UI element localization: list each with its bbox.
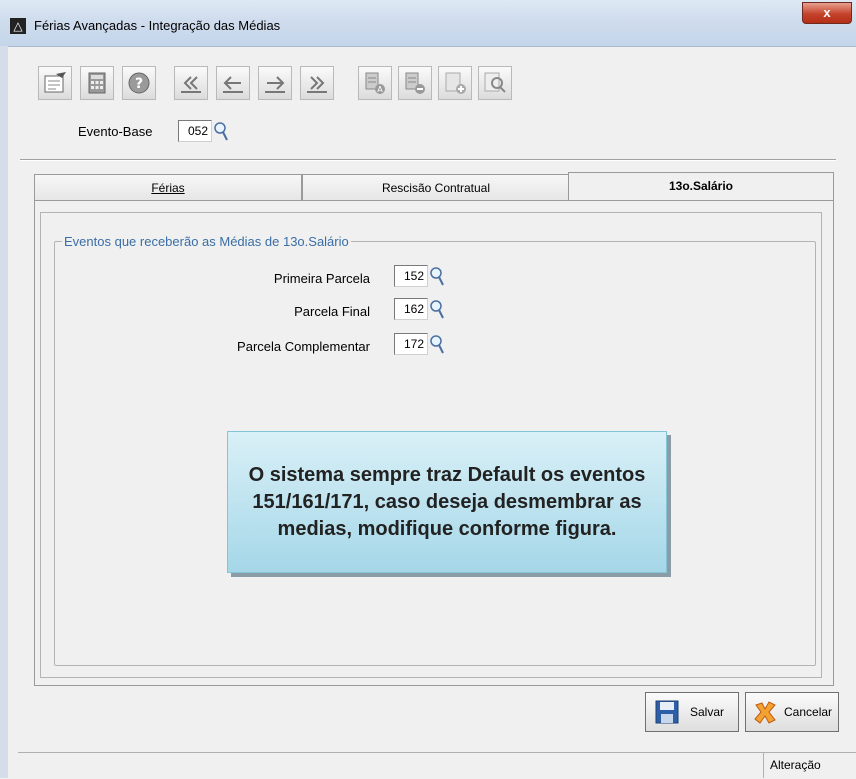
parcela-complementar-label: Parcela Complementar xyxy=(237,339,370,354)
cancel-x-icon xyxy=(754,701,776,724)
primeira-parcela-label: Primeira Parcela xyxy=(273,271,370,286)
parcela-final-lookup-icon[interactable] xyxy=(429,298,445,320)
primeira-parcela-lookup-icon[interactable] xyxy=(429,265,445,287)
status-mode: Alteração xyxy=(763,753,856,778)
info-callout: O sistema sempre traz Default os eventos… xyxy=(227,431,667,573)
title-bar: △ Férias Avançadas - Integração das Médi… xyxy=(0,0,856,47)
close-button[interactable]: x xyxy=(802,2,852,24)
tab-rescisao-label: Rescisão Contratual xyxy=(381,181,491,195)
previous-record-button[interactable] xyxy=(216,66,250,100)
first-record-button[interactable] xyxy=(174,66,208,100)
evento-base-label: Evento-Base xyxy=(78,124,153,139)
eventos-group-title: Eventos que receberão as Médias de 13o.S… xyxy=(62,234,351,249)
evento-base-lookup-icon[interactable] xyxy=(213,120,229,142)
add-item-icon: A xyxy=(365,72,385,94)
edit-icon xyxy=(44,72,66,93)
tab-13o-label: 13o.Salário xyxy=(668,179,734,193)
remove-item-button[interactable] xyxy=(398,66,432,100)
tab-ferias[interactable]: Férias xyxy=(34,174,302,200)
remove-item-icon xyxy=(405,72,425,94)
last-record-button[interactable] xyxy=(300,66,334,100)
calculator-icon xyxy=(88,72,106,94)
tab-rescisao-contratual[interactable]: Rescisão Contratual xyxy=(302,174,570,200)
parcela-complementar-field[interactable]: 172 xyxy=(394,333,428,355)
parcela-final-label: Parcela Final xyxy=(294,304,370,319)
add-item-button[interactable]: A xyxy=(358,66,392,100)
evento-base-field[interactable]: 052 xyxy=(178,120,212,142)
floppy-disk-icon xyxy=(655,700,679,724)
svg-text:A: A xyxy=(377,85,383,94)
next-record-button[interactable] xyxy=(258,66,292,100)
cancel-button[interactable]: Cancelar xyxy=(745,692,839,732)
help-icon: ? xyxy=(128,72,150,94)
search-icon xyxy=(484,72,506,93)
help-button[interactable]: ? xyxy=(122,66,156,100)
app-icon: △ xyxy=(10,18,26,34)
tab-13o-salario[interactable]: 13o.Salário xyxy=(568,172,834,202)
new-icon xyxy=(445,72,466,94)
calculator-button[interactable] xyxy=(80,66,114,100)
status-bar xyxy=(18,752,856,779)
tab-ferias-label: Férias xyxy=(151,181,185,195)
save-button-label: Salvar xyxy=(690,705,725,719)
save-button[interactable]: Salvar xyxy=(645,692,739,732)
window-title: Férias Avançadas - Integração das Médias xyxy=(34,18,281,33)
search-button[interactable] xyxy=(478,66,512,100)
parcela-complementar-lookup-icon[interactable] xyxy=(429,333,445,355)
new-button[interactable] xyxy=(438,66,472,100)
parcela-final-field[interactable]: 162 xyxy=(394,298,428,320)
last-record-icon xyxy=(307,76,327,93)
cancel-button-label: Cancelar xyxy=(784,705,833,719)
first-record-icon xyxy=(181,76,201,93)
edit-button[interactable] xyxy=(38,66,72,100)
svg-text:?: ? xyxy=(135,76,143,92)
primeira-parcela-field[interactable]: 152 xyxy=(394,265,428,287)
separator xyxy=(20,159,836,161)
next-record-icon xyxy=(265,76,285,93)
previous-record-icon xyxy=(223,76,243,93)
window-frame-left xyxy=(0,46,8,778)
